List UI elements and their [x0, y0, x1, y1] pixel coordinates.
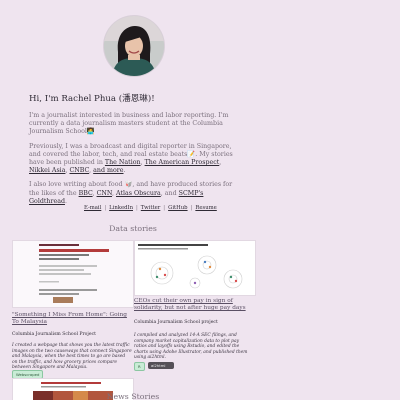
link-cnn[interactable]: CNN [97, 190, 112, 197]
story-desc-2: I compiled and analyzed 14-A SEC filings… [134, 333, 248, 361]
link-the-nation[interactable]: The Nation [105, 159, 141, 166]
story-title-2[interactable]: CEOs cut their own pay in sign of solida… [134, 298, 256, 312]
story-card-thumbnail-1[interactable] [12, 240, 134, 308]
portfolio-page: Hi, I'm Rachel Phua (潘恩琳)! I'm a journal… [0, 0, 400, 400]
email-link[interactable]: E-mail [84, 205, 101, 211]
intro-section: Hi, I'm Rachel Phua (潘恩琳)! I'm a journal… [29, 94, 241, 212]
link-cnbc[interactable]: CNBC [69, 167, 89, 174]
story-desc-1: I created a webpage that shows you the l… [12, 343, 132, 371]
bio-paragraph-2: Previously, I was a broadcast and digita… [29, 142, 233, 175]
contact-links: E-mail | LinkedIn | Twitter | GitHub | Resume [84, 205, 217, 211]
data-stories-heading: Data stories [109, 224, 157, 233]
twitter-link[interactable]: Twitter [141, 205, 161, 211]
link-american-prospect[interactable]: The American Prospect [145, 159, 220, 166]
link-nikkei-asia[interactable]: Nikkei Asia [29, 167, 65, 174]
bio-paragraph-3: I also love writing about food 🥡, and ha… [29, 181, 233, 205]
resume-link[interactable]: Resume [195, 205, 216, 211]
profile-photo [104, 16, 164, 76]
link-atlas-obscura[interactable]: Atlas Obscura [116, 190, 161, 197]
linkedin-link[interactable]: LinkedIn [109, 205, 133, 211]
link-and-more[interactable]: and more [93, 167, 123, 174]
story-org-1: Columbia Journalism School Project [12, 332, 96, 337]
link-bbc[interactable]: BBC [79, 190, 93, 197]
story-card-thumbnail-2[interactable] [134, 240, 256, 296]
ceo-pay-chart-thumbnail [135, 241, 255, 295]
avatar [104, 16, 164, 76]
greeting-heading: Hi, I'm Rachel Phua (潘恩琳)! [29, 94, 155, 104]
story-org-2: Columbia Journalism School project [134, 320, 218, 325]
github-link[interactable]: GitHub [168, 205, 187, 211]
traffic-map-thumbnail [13, 241, 133, 307]
story-title-1[interactable]: "Something I Miss From Home": Going To M… [12, 312, 132, 326]
bio-paragraph-1: I'm a journalist interested in business … [29, 112, 229, 136]
news-stories-heading: News Stories [106, 392, 160, 400]
story-tag-2b[interactable]: ai2html [148, 362, 174, 369]
story-tag-2a[interactable]: R [134, 362, 145, 371]
